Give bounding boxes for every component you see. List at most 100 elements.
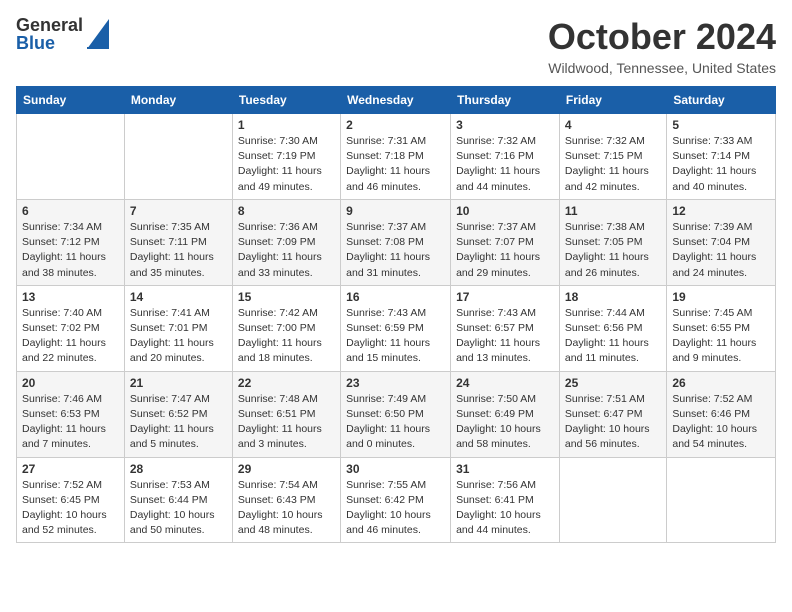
calendar-day-cell: 1 Sunrise: 7:30 AM Sunset: 7:19 PM Daylig… <box>232 114 340 200</box>
calendar-day-cell: 18 Sunrise: 7:44 AM Sunset: 6:56 PM Dayli… <box>559 285 666 371</box>
calendar-day-cell: 9 Sunrise: 7:37 AM Sunset: 7:08 PM Daylig… <box>341 199 451 285</box>
day-info: Sunrise: 7:31 AM Sunset: 7:18 PM Dayligh… <box>346 134 445 195</box>
logo: General Blue <box>16 16 109 52</box>
day-info: Sunrise: 7:37 AM Sunset: 7:07 PM Dayligh… <box>456 220 554 281</box>
calendar-day-cell: 6 Sunrise: 7:34 AM Sunset: 7:12 PM Daylig… <box>17 199 125 285</box>
day-number: 5 <box>672 118 770 132</box>
calendar-day-cell: 21 Sunrise: 7:47 AM Sunset: 6:52 PM Dayli… <box>124 371 232 457</box>
calendar-day-cell: 23Sunrise: 7:49 AM Sunset: 6:50 PM Dayli… <box>341 371 451 457</box>
day-number: 9 <box>346 204 445 218</box>
day-number: 28 <box>130 462 227 476</box>
day-number: 26 <box>672 376 770 390</box>
calendar-day-cell: 11Sunrise: 7:38 AM Sunset: 7:05 PM Dayli… <box>559 199 666 285</box>
calendar-day-cell <box>559 457 666 543</box>
day-number: 29 <box>238 462 335 476</box>
day-number: 3 <box>456 118 554 132</box>
day-number: 8 <box>238 204 335 218</box>
calendar-week-row: 13 Sunrise: 7:40 AM Sunset: 7:02 PM Dayli… <box>17 285 776 371</box>
day-number: 15 <box>238 290 335 304</box>
day-info: Sunrise: 7:37 AM Sunset: 7:08 PM Dayligh… <box>346 220 445 281</box>
logo-blue: Blue <box>16 34 83 52</box>
calendar-week-row: 20 Sunrise: 7:46 AM Sunset: 6:53 PM Dayli… <box>17 371 776 457</box>
calendar-day-cell: 20 Sunrise: 7:46 AM Sunset: 6:53 PM Dayli… <box>17 371 125 457</box>
day-number: 10 <box>456 204 554 218</box>
day-number: 7 <box>130 204 227 218</box>
page-header: General Blue October 2024 Wildwood, Tenn… <box>16 16 776 76</box>
logo-icon <box>87 19 109 49</box>
col-friday: Friday <box>559 87 666 114</box>
calendar-day-cell: 27Sunrise: 7:52 AM Sunset: 6:45 PM Dayli… <box>17 457 125 543</box>
calendar-day-cell: 10 Sunrise: 7:37 AM Sunset: 7:07 PM Dayli… <box>451 199 560 285</box>
col-sunday: Sunday <box>17 87 125 114</box>
col-wednesday: Wednesday <box>341 87 451 114</box>
day-info: Sunrise: 7:43 AM Sunset: 6:59 PM Dayligh… <box>346 306 445 367</box>
day-info: Sunrise: 7:53 AM Sunset: 6:44 PM Dayligh… <box>130 478 227 539</box>
calendar-day-cell: 15 Sunrise: 7:42 AM Sunset: 7:00 PM Dayli… <box>232 285 340 371</box>
day-info: Sunrise: 7:44 AM Sunset: 6:56 PM Dayligh… <box>565 306 661 367</box>
day-number: 25 <box>565 376 661 390</box>
day-info: Sunrise: 7:49 AM Sunset: 6:50 PM Dayligh… <box>346 392 445 453</box>
day-info: Sunrise: 7:46 AM Sunset: 6:53 PM Dayligh… <box>22 392 119 453</box>
month-year: October 2024 <box>548 16 776 58</box>
logo-text: General Blue <box>16 16 83 52</box>
calendar-day-cell: 25 Sunrise: 7:51 AM Sunset: 6:47 PM Dayli… <box>559 371 666 457</box>
calendar-day-cell: 12Sunrise: 7:39 AM Sunset: 7:04 PM Dayli… <box>667 199 776 285</box>
day-info: Sunrise: 7:32 AM Sunset: 7:16 PM Dayligh… <box>456 134 554 195</box>
day-info: Sunrise: 7:33 AM Sunset: 7:14 PM Dayligh… <box>672 134 770 195</box>
day-info: Sunrise: 7:43 AM Sunset: 6:57 PM Dayligh… <box>456 306 554 367</box>
day-info: Sunrise: 7:40 AM Sunset: 7:02 PM Dayligh… <box>22 306 119 367</box>
day-info: Sunrise: 7:34 AM Sunset: 7:12 PM Dayligh… <box>22 220 119 281</box>
calendar-header-row: Sunday Monday Tuesday Wednesday Thursday… <box>17 87 776 114</box>
day-info: Sunrise: 7:54 AM Sunset: 6:43 PM Dayligh… <box>238 478 335 539</box>
day-number: 4 <box>565 118 661 132</box>
calendar-day-cell: 24 Sunrise: 7:50 AM Sunset: 6:49 PM Dayli… <box>451 371 560 457</box>
day-info: Sunrise: 7:52 AM Sunset: 6:45 PM Dayligh… <box>22 478 119 539</box>
day-info: Sunrise: 7:42 AM Sunset: 7:00 PM Dayligh… <box>238 306 335 367</box>
calendar-week-row: 6 Sunrise: 7:34 AM Sunset: 7:12 PM Daylig… <box>17 199 776 285</box>
day-number: 21 <box>130 376 227 390</box>
day-number: 6 <box>22 204 119 218</box>
location: Wildwood, Tennessee, United States <box>548 60 776 76</box>
day-info: Sunrise: 7:32 AM Sunset: 7:15 PM Dayligh… <box>565 134 661 195</box>
day-info: Sunrise: 7:36 AM Sunset: 7:09 PM Dayligh… <box>238 220 335 281</box>
day-info: Sunrise: 7:50 AM Sunset: 6:49 PM Dayligh… <box>456 392 554 453</box>
day-number: 18 <box>565 290 661 304</box>
day-info: Sunrise: 7:55 AM Sunset: 6:42 PM Dayligh… <box>346 478 445 539</box>
day-info: Sunrise: 7:45 AM Sunset: 6:55 PM Dayligh… <box>672 306 770 367</box>
calendar-day-cell <box>667 457 776 543</box>
calendar-day-cell <box>17 114 125 200</box>
day-number: 24 <box>456 376 554 390</box>
day-number: 14 <box>130 290 227 304</box>
day-number: 31 <box>456 462 554 476</box>
day-number: 1 <box>238 118 335 132</box>
day-number: 22 <box>238 376 335 390</box>
title-block: October 2024 Wildwood, Tennessee, United… <box>548 16 776 76</box>
calendar-day-cell: 2Sunrise: 7:31 AM Sunset: 7:18 PM Daylig… <box>341 114 451 200</box>
day-number: 13 <box>22 290 119 304</box>
day-info: Sunrise: 7:38 AM Sunset: 7:05 PM Dayligh… <box>565 220 661 281</box>
day-info: Sunrise: 7:35 AM Sunset: 7:11 PM Dayligh… <box>130 220 227 281</box>
day-number: 16 <box>346 290 445 304</box>
calendar-day-cell: 22 Sunrise: 7:48 AM Sunset: 6:51 PM Dayli… <box>232 371 340 457</box>
calendar-day-cell: 16 Sunrise: 7:43 AM Sunset: 6:59 PM Dayli… <box>341 285 451 371</box>
col-saturday: Saturday <box>667 87 776 114</box>
calendar-day-cell: 19Sunrise: 7:45 AM Sunset: 6:55 PM Dayli… <box>667 285 776 371</box>
calendar-day-cell: 3 Sunrise: 7:32 AM Sunset: 7:16 PM Daylig… <box>451 114 560 200</box>
col-monday: Monday <box>124 87 232 114</box>
day-info: Sunrise: 7:56 AM Sunset: 6:41 PM Dayligh… <box>456 478 554 539</box>
day-info: Sunrise: 7:30 AM Sunset: 7:19 PM Dayligh… <box>238 134 335 195</box>
day-info: Sunrise: 7:52 AM Sunset: 6:46 PM Dayligh… <box>672 392 770 453</box>
day-number: 17 <box>456 290 554 304</box>
col-tuesday: Tuesday <box>232 87 340 114</box>
calendar-day-cell: 31 Sunrise: 7:56 AM Sunset: 6:41 PM Dayli… <box>451 457 560 543</box>
calendar-day-cell: 14 Sunrise: 7:41 AM Sunset: 7:01 PM Dayli… <box>124 285 232 371</box>
calendar-day-cell: 29 Sunrise: 7:54 AM Sunset: 6:43 PM Dayli… <box>232 457 340 543</box>
calendar-day-cell: 30Sunrise: 7:55 AM Sunset: 6:42 PM Dayli… <box>341 457 451 543</box>
day-info: Sunrise: 7:41 AM Sunset: 7:01 PM Dayligh… <box>130 306 227 367</box>
day-info: Sunrise: 7:48 AM Sunset: 6:51 PM Dayligh… <box>238 392 335 453</box>
calendar-day-cell: 17 Sunrise: 7:43 AM Sunset: 6:57 PM Dayli… <box>451 285 560 371</box>
col-thursday: Thursday <box>451 87 560 114</box>
day-number: 20 <box>22 376 119 390</box>
day-info: Sunrise: 7:51 AM Sunset: 6:47 PM Dayligh… <box>565 392 661 453</box>
day-info: Sunrise: 7:47 AM Sunset: 6:52 PM Dayligh… <box>130 392 227 453</box>
